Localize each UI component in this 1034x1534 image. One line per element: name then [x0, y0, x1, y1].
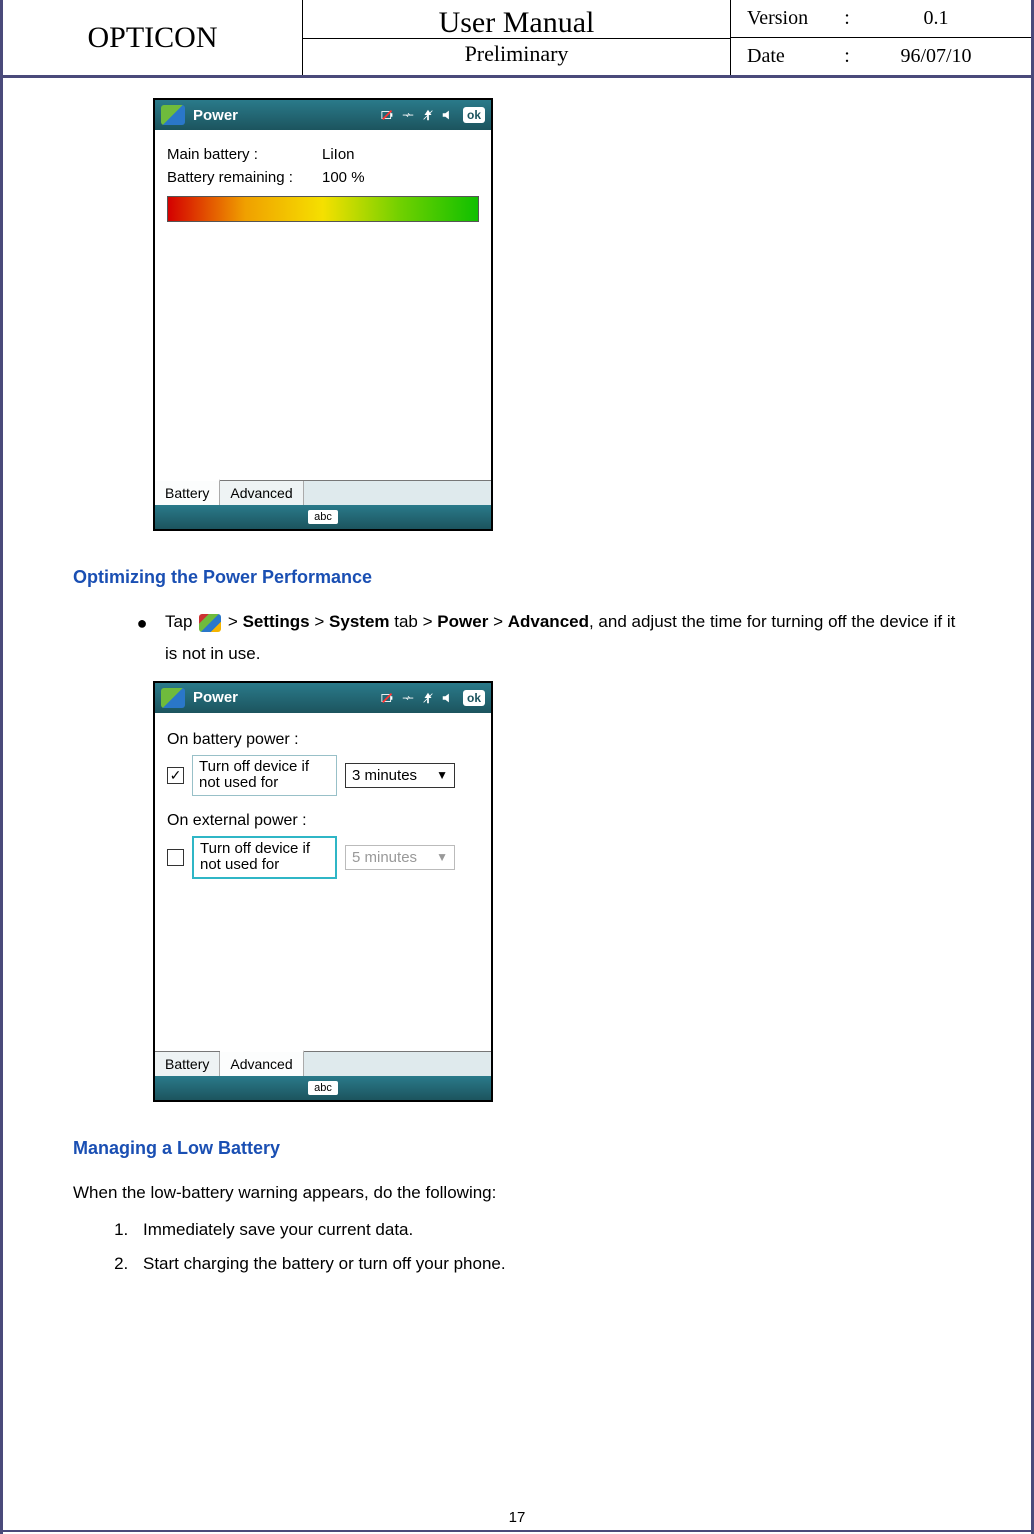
screenshot-power-advanced: Power ok On battery power : ✓ Turn off d…: [153, 681, 493, 1102]
battery-remaining-label: Battery remaining :: [167, 169, 322, 186]
date-label: Date: [747, 45, 837, 68]
start-flag-icon: [199, 614, 221, 632]
tab-advanced[interactable]: Advanced: [220, 1050, 303, 1076]
doc-header: OPTICON User Manual Preliminary Version …: [3, 0, 1031, 78]
external-timeout-value: 5 minutes: [352, 849, 417, 866]
version-value: 0.1: [857, 7, 1015, 30]
tabs: Battery Advanced: [155, 480, 491, 505]
path-system: System: [329, 612, 389, 631]
status-icons: [381, 108, 455, 122]
titlebar: Power ok: [155, 100, 491, 130]
signal-icon: [421, 108, 435, 122]
status-icons: [381, 691, 455, 705]
external-timeout-dropdown[interactable]: 5 minutes ▼: [345, 845, 455, 870]
screenshot-power-battery: Power ok Main battery : LiIon Battery re…: [153, 98, 493, 531]
speaker-icon: [441, 108, 455, 122]
battery-checkbox[interactable]: ✓: [167, 767, 184, 784]
path-settings: Settings: [243, 612, 310, 631]
bullet-optimizing: ● Tap > Settings > System tab > Power > …: [133, 606, 961, 671]
gt: >: [493, 612, 503, 631]
section-optimizing-title: Optimizing the Power Performance: [73, 567, 961, 588]
path-power: Power: [437, 612, 488, 631]
main-battery-label: Main battery :: [167, 146, 322, 163]
sip-bar[interactable]: abc: [155, 505, 491, 529]
dropdown-caret-icon: ▼: [436, 768, 448, 782]
path-advanced: Advanced: [508, 612, 589, 631]
signal-icon: [421, 691, 435, 705]
doc-title: User Manual: [439, 8, 595, 38]
battery-icon: [381, 691, 395, 705]
tab-advanced[interactable]: Advanced: [220, 481, 303, 505]
sep: :: [837, 45, 857, 68]
gt: >: [228, 612, 238, 631]
battery-icon: [381, 108, 395, 122]
section-lowbattery-title: Managing a Low Battery: [73, 1138, 961, 1159]
date-value: 96/07/10: [857, 45, 1015, 68]
doc-meta: Version : 0.1 Date : 96/07/10: [731, 0, 1031, 75]
external-turnoff-label: Turn off device if not used for: [192, 836, 337, 879]
main-battery-value: LiIon: [322, 146, 355, 163]
external-checkbox[interactable]: [167, 849, 184, 866]
start-icon[interactable]: [161, 688, 185, 708]
ok-button[interactable]: ok: [463, 690, 485, 706]
speaker-icon: [441, 691, 455, 705]
step-1: Immediately save your current data.: [133, 1213, 961, 1247]
window-title: Power: [193, 107, 377, 124]
titlebar: Power ok: [155, 683, 491, 713]
tab-battery[interactable]: Battery: [155, 1052, 220, 1076]
txt-tap: Tap: [165, 612, 192, 631]
sync-icon: [401, 691, 415, 705]
battery-remaining-value: 100 %: [322, 169, 365, 186]
bullet-icon: ●: [133, 606, 151, 640]
ok-button[interactable]: ok: [463, 107, 485, 123]
sip-key: abc: [308, 510, 338, 524]
footer-rule: [3, 1530, 1031, 1534]
lowbattery-steps: Immediately save your current data. Star…: [133, 1213, 961, 1281]
sep: :: [837, 7, 857, 30]
battery-timeout-value: 3 minutes: [352, 767, 417, 784]
tabs: Battery Advanced: [155, 1051, 491, 1076]
battery-turnoff-label: Turn off device if not used for: [192, 755, 337, 796]
sip-bar[interactable]: abc: [155, 1076, 491, 1100]
start-icon[interactable]: [161, 105, 185, 125]
on-external-label: On external power :: [167, 812, 479, 830]
page-number: 17: [3, 1507, 1031, 1530]
window-title: Power: [193, 689, 377, 706]
step-2: Start charging the battery or turn off y…: [133, 1247, 961, 1281]
lowbattery-intro: When the low-battery warning appears, do…: [73, 1177, 961, 1209]
tab-battery[interactable]: Battery: [155, 479, 220, 505]
battery-gradient-bar: [167, 196, 479, 222]
sync-icon: [401, 108, 415, 122]
battery-timeout-dropdown[interactable]: 3 minutes ▼: [345, 763, 455, 788]
dropdown-caret-icon: ▼: [436, 850, 448, 864]
on-battery-label: On battery power :: [167, 731, 479, 749]
sip-key: abc: [308, 1081, 338, 1095]
brand: OPTICON: [3, 0, 303, 75]
word-tab: tab: [394, 612, 418, 631]
version-label: Version: [747, 7, 837, 30]
title-block: User Manual Preliminary: [303, 0, 731, 75]
doc-subtitle: Preliminary: [303, 38, 730, 67]
gt: >: [423, 612, 433, 631]
gt: >: [314, 612, 324, 631]
